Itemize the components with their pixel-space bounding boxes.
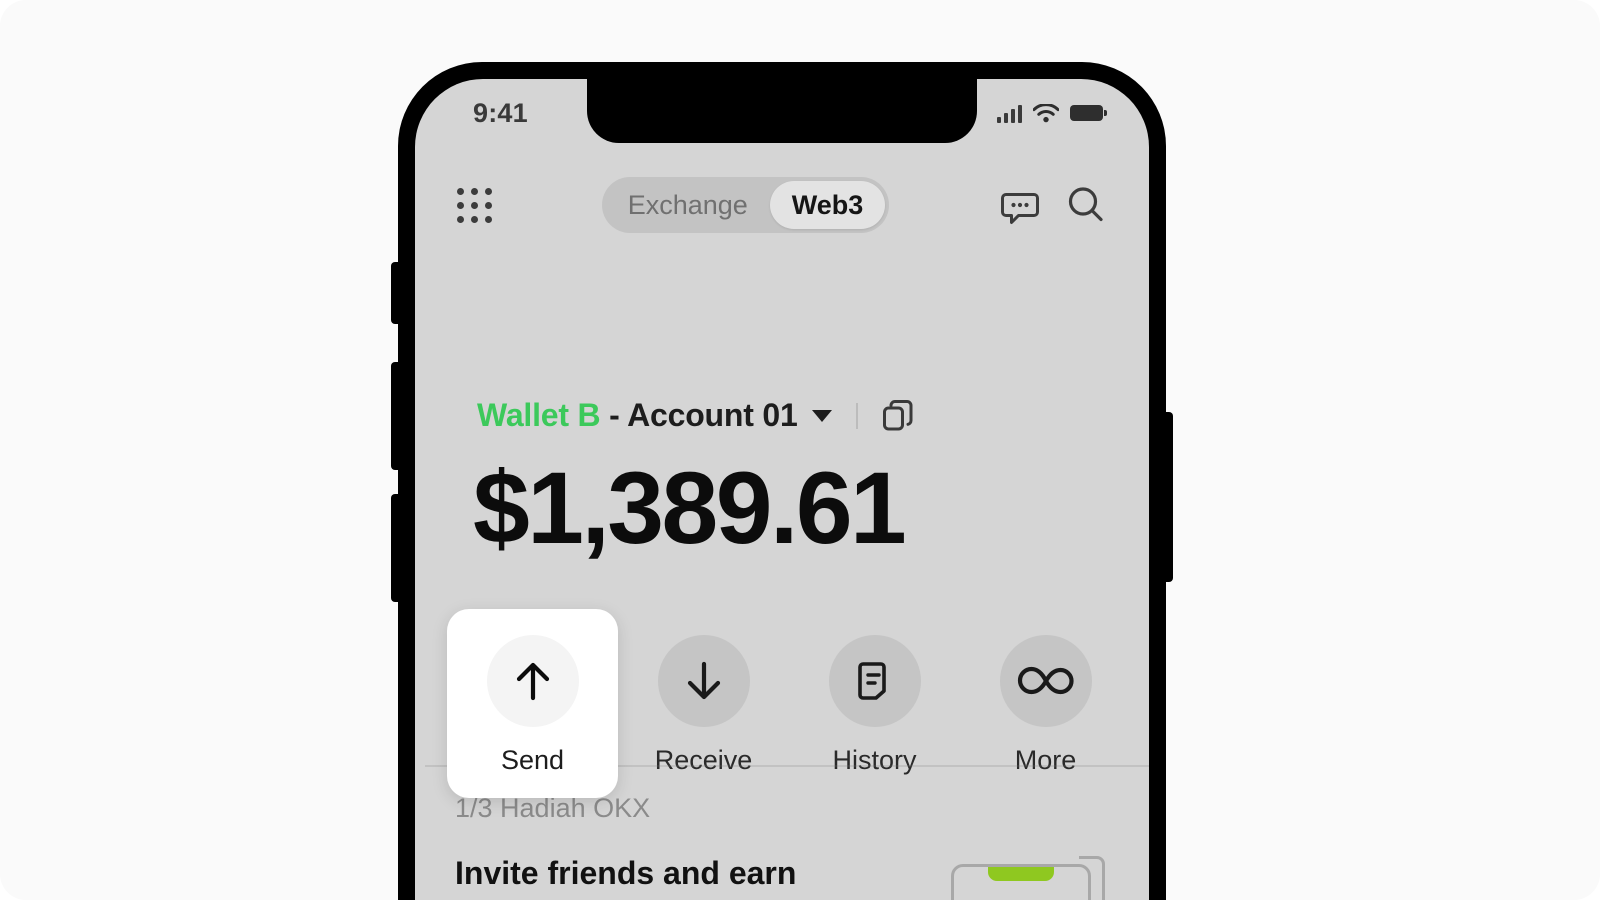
account-name[interactable]: Wallet B - Account 01: [477, 397, 798, 434]
tab-exchange[interactable]: Exchange: [606, 181, 770, 229]
balance-amount: $1,389.61: [473, 451, 907, 565]
wifi-icon: [1033, 103, 1059, 122]
more-label: More: [1014, 745, 1077, 775]
arrow-down-icon: [687, 661, 720, 700]
power-button[interactable]: [1164, 412, 1173, 582]
receive-icon-circle: [657, 635, 750, 727]
copy-icon[interactable]: [882, 399, 916, 433]
volume-up-button[interactable]: [391, 362, 400, 470]
card-front-shape: Wallet: [951, 864, 1091, 900]
display-notch: [587, 79, 977, 143]
app-header: Exchange Web3: [415, 165, 1149, 245]
wallet-actions: Send Receive History More: [447, 609, 1131, 798]
phone-device: 9:41 Exchange Web3 Wallet B - Account 01…: [391, 62, 1173, 900]
status-time: 9:41: [473, 97, 528, 128]
history-label: History: [832, 745, 917, 775]
promo-title: Invite friends and earn: [455, 855, 797, 891]
page-canvas: 9:41 Exchange Web3 Wallet B - Account 01…: [0, 0, 1600, 900]
tab-web3[interactable]: Web3: [769, 181, 886, 229]
account-selector-row: Wallet B - Account 01: [477, 397, 916, 434]
history-icon-circle: [828, 635, 921, 727]
phone-screen: 9:41 Exchange Web3 Wallet B - Account 01…: [415, 79, 1149, 900]
account-number-label: Account 01: [627, 397, 798, 433]
search-icon[interactable]: [1063, 182, 1109, 228]
chevron-down-icon[interactable]: [811, 409, 832, 422]
cellular-signal-icon: [996, 104, 1022, 123]
status-icons: [996, 103, 1107, 123]
exchange-web3-toggle[interactable]: Exchange Web3: [601, 177, 890, 233]
volume-down-button[interactable]: [391, 494, 400, 602]
account-divider: [855, 402, 858, 429]
promo-wallet-card-art: Wallet: [945, 850, 1105, 900]
card-accent-notch: [988, 867, 1054, 881]
infinity-icon: [1017, 666, 1074, 695]
promo-body: Invite friends and earn Mystery Box rewa…: [455, 850, 1127, 900]
app-grid-icon[interactable]: [457, 187, 492, 223]
send-icon-circle: [486, 635, 579, 727]
arrow-up-icon: [516, 662, 549, 701]
promo-text: Invite friends and earn Mystery Box rewa…: [455, 850, 945, 900]
silent-switch-button[interactable]: [391, 262, 400, 324]
promo-banner[interactable]: 1/3 Hadiah OKX Invite friends and earn M…: [455, 793, 1127, 900]
receive-button[interactable]: Receive: [618, 609, 789, 798]
promo-subtitle: Mystery Box rewards: [455, 895, 945, 900]
document-list-icon: [857, 662, 886, 700]
send-button[interactable]: Send: [447, 609, 618, 798]
receive-label: Receive: [654, 745, 753, 775]
wallet-label: Wallet B: [477, 397, 601, 433]
more-icon-circle: [999, 635, 1092, 727]
battery-icon: [1070, 105, 1107, 121]
send-label: Send: [500, 745, 565, 775]
more-button[interactable]: More: [960, 609, 1131, 798]
chat-bubble-icon[interactable]: [999, 184, 1041, 226]
history-button[interactable]: History: [789, 609, 960, 798]
header-actions: [999, 182, 1109, 228]
account-separator: -: [600, 397, 628, 433]
